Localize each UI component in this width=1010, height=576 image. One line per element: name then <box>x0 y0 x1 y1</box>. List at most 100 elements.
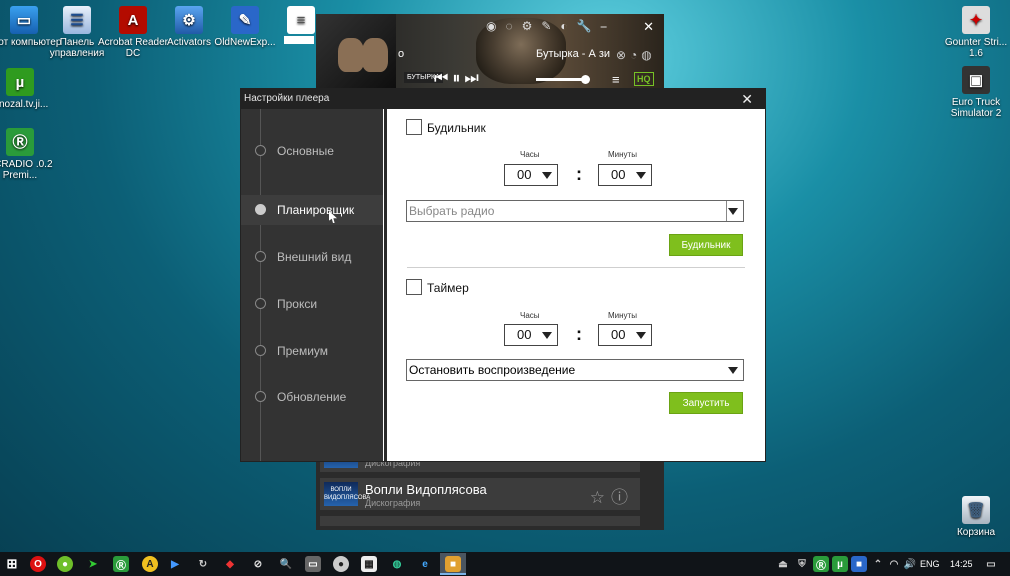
chevron-down-icon <box>542 172 552 179</box>
clock[interactable]: 14:25 <box>950 559 973 569</box>
timer-hours-select[interactable]: 00 <box>504 324 558 346</box>
sidebar-item-update[interactable]: Обновление <box>241 382 383 412</box>
document-icon: ≡ <box>287 6 315 34</box>
sidebar-item-label: Планировщик <box>277 203 355 217</box>
sidebar-item-scheduler[interactable]: Планировщик <box>241 195 383 225</box>
active-app-icon: ■ <box>445 556 461 572</box>
sidebar-item-general[interactable]: Основные <box>241 136 383 166</box>
app-icon-yellow[interactable]: A <box>142 556 158 572</box>
timer-label: Таймер <box>427 281 469 295</box>
radio-dot-icon <box>255 391 266 402</box>
start-timer-button[interactable]: Запустить <box>669 392 743 414</box>
timer-minutes-value: 00 <box>611 327 626 342</box>
timer-action-select[interactable]: Остановить воспроизведение <box>406 359 744 381</box>
utorrent-tray-icon[interactable]: µ <box>832 556 848 572</box>
app-icon-gray[interactable]: ● <box>333 556 349 572</box>
tray-app-icon[interactable]: ■ <box>851 556 867 572</box>
counter-strike-icon: ✦ <box>962 6 990 34</box>
desktop-icon-recycle-bin[interactable]: 🗑 Корзина <box>938 496 1010 538</box>
windows-start-icon[interactable]: ⊞ <box>4 556 20 572</box>
pcradio-icon: Ⓡ <box>6 128 34 156</box>
activators-icon: ⚙ <box>175 6 203 34</box>
shield-icon[interactable]: ⛨ <box>794 556 810 572</box>
desktop-icon-pcradio[interactable]: Ⓡ PCRADIO .0.2 Premi... <box>0 128 58 181</box>
alarm-label: Будильник <box>427 121 486 135</box>
current-station-text: о <box>398 48 405 60</box>
chevron-up-icon[interactable]: ⌃ <box>870 556 886 572</box>
chevron-down-icon <box>542 332 552 339</box>
recycle-bin-icon: 🗑 <box>962 496 990 524</box>
opera-icon[interactable]: O <box>30 556 46 572</box>
timer-checkbox[interactable] <box>406 279 422 295</box>
radio-dot-icon <box>255 204 266 215</box>
artist-photo <box>362 38 388 72</box>
qr-icon[interactable]: ▦ <box>361 556 377 572</box>
alarm-minutes-select[interactable]: 00 <box>598 164 652 186</box>
equalizer-icon[interactable]: ≡ <box>612 72 620 87</box>
star-info-icons[interactable]: ☆ⓘ <box>590 483 634 508</box>
oldnewexplorer-icon: ✎ <box>231 6 259 34</box>
notifications-icon[interactable]: ▭ <box>983 556 999 572</box>
list-item[interactable]: ВОПЛИ ВИДОПЛЯСОВА Вопли Видоплясова Диск… <box>320 478 640 510</box>
desktop-icon-label: Gounter Stri... 1.6 <box>944 37 1008 59</box>
app-icon-red[interactable]: ◆ <box>222 556 238 572</box>
dropdown-separator <box>726 201 727 221</box>
close-icon[interactable]: ✕ <box>741 89 753 109</box>
control-panel-icon: ☰ <box>63 6 91 34</box>
sidebar-item-premium[interactable]: Премиум <box>241 336 383 366</box>
desktop-icon-label: Euro Truck Simulator 2 <box>950 97 1002 119</box>
timer-hours-value: 00 <box>517 327 532 342</box>
desktop-icon-kinozal[interactable]: µ kinozal.tv.ji... <box>0 68 58 110</box>
usb-icon[interactable]: ⏏ <box>775 556 791 572</box>
alarm-hours-label: Часы <box>520 150 540 159</box>
desktop-icon-counter-strike[interactable]: ✦ Gounter Stri... 1.6 <box>938 6 1010 59</box>
active-app-button[interactable]: ■ <box>440 553 466 575</box>
desktop-icon-label: kinozal.tv.ji... <box>0 99 49 110</box>
media-player-icon[interactable]: ▶ <box>167 556 183 572</box>
alarm-hours-value: 00 <box>517 167 532 182</box>
radio-dot-icon <box>255 345 266 356</box>
volume-slider[interactable] <box>536 75 590 84</box>
set-alarm-button[interactable]: Будильник <box>669 234 743 256</box>
hq-toggle[interactable]: HQ <box>634 72 654 86</box>
euro-truck-icon: ▣ <box>962 66 990 94</box>
sidebar-item-appearance[interactable]: Внешний вид <box>241 242 383 272</box>
timer-minutes-select[interactable]: 00 <box>598 324 652 346</box>
alarm-hours-select[interactable]: 00 <box>504 164 558 186</box>
radio-dot-icon <box>255 251 266 262</box>
player-toolbar-icons[interactable]: ◉◌⚙✎◐🔧⎯ <box>486 19 616 34</box>
window-icon[interactable]: ▭ <box>305 556 321 572</box>
volume-icon[interactable]: 🔊 <box>902 556 918 572</box>
radio-player-window[interactable]: ◉◌⚙✎◐🔧⎯ ✕ о Бутырка - А зи ⊗◔◍ БУТЫРКА ⏮… <box>316 14 664 88</box>
dialog-titlebar: Настройки плеера ✕ <box>241 89 765 109</box>
list-item[interactable] <box>320 516 640 526</box>
alarm-minutes-value: 00 <box>611 167 626 182</box>
sidebar-item-proxy[interactable]: Прокси <box>241 289 383 319</box>
app-icon-green[interactable]: ● <box>57 556 73 572</box>
alarm-checkbox[interactable] <box>406 119 422 135</box>
playback-controls[interactable]: ⏮⏸⏭ <box>434 70 483 88</box>
timer-action-value: Остановить воспроизведение <box>409 363 576 377</box>
globe-icon[interactable]: ◍ <box>389 556 405 572</box>
player-settings-dialog: Настройки плеера ✕ Основные Планировщик … <box>240 88 766 462</box>
search-icon[interactable]: 🔍 <box>278 556 294 572</box>
scheduler-panel: Будильник Часы Минуты 00 : 00 Выбрать ра… <box>384 109 765 461</box>
desktop-icon-label: Activators <box>167 37 211 48</box>
refresh-icon[interactable]: ↻ <box>195 556 211 572</box>
edge-icon[interactable]: e <box>417 556 433 572</box>
chevron-down-icon <box>636 172 646 179</box>
pcradio-taskbar-icon[interactable]: Ⓡ <box>113 556 129 572</box>
station-list: Дискография ВОПЛИ ВИДОПЛЯСОВА Вопли Видо… <box>316 450 664 530</box>
station-name: Вопли Видоплясова <box>365 482 487 497</box>
radio-select[interactable]: Выбрать радио <box>406 200 744 222</box>
arrow-app-icon[interactable]: ➤ <box>85 556 101 572</box>
wifi-icon[interactable]: ◠ <box>886 556 902 572</box>
desktop-icon-euro-truck[interactable]: ▣ Euro Truck Simulator 2 <box>938 66 1010 119</box>
blocked-icon[interactable]: ⊘ <box>250 556 266 572</box>
player-close-icon[interactable]: ✕ <box>643 19 654 35</box>
tray-pcradio-icon[interactable]: Ⓡ <box>813 556 829 572</box>
sidebar-item-label: Основные <box>277 144 334 158</box>
player-status-icons[interactable]: ⊗◔◍ <box>616 48 656 62</box>
language-indicator[interactable]: ENG <box>920 559 940 569</box>
desktop-icon-label: PCRADIO .0.2 Premi... <box>0 159 53 181</box>
